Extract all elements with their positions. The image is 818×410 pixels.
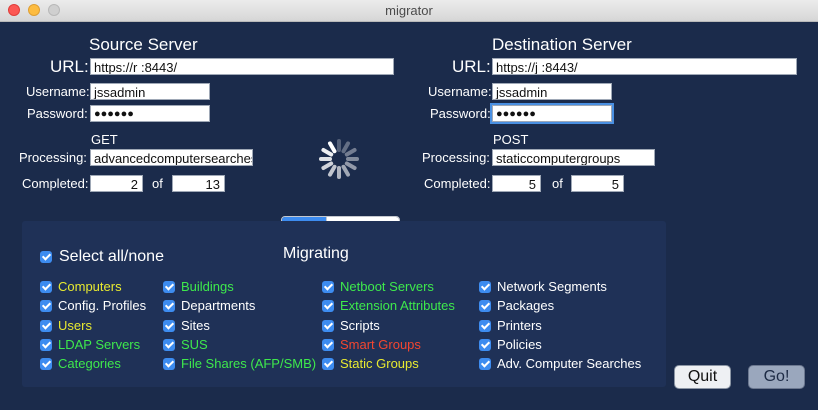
checkbox-network-segments[interactable] [479,281,491,293]
label-static-groups: Static Groups [340,356,419,371]
label-printers: Printers [497,318,542,333]
checkbox-departments[interactable] [163,300,175,312]
checkbox-categories[interactable] [40,358,52,370]
checkbox-extension-attributes[interactable] [322,300,334,312]
checkbox-sus[interactable] [163,339,175,351]
source-completed-label: Completed: [22,176,89,191]
label-netboot-servers: Netboot Servers [340,279,434,294]
source-heading: Source Server [89,35,198,54]
checkbox-users[interactable] [40,320,52,332]
source-total-field: 13 [172,175,225,192]
label-scripts: Scripts [340,318,380,333]
source-username-label: Username: [26,84,90,99]
destination-url-field[interactable]: https://j :8443/ [492,58,797,75]
quit-button[interactable]: Quit [674,365,731,389]
destination-password-field[interactable]: ●●●●●● [492,105,612,122]
checkbox-buildings[interactable] [163,281,175,293]
label-sus: SUS [181,337,208,352]
checkbox-netboot-servers[interactable] [322,281,334,293]
destination-total-field: 5 [571,175,624,192]
checkbox-scripts[interactable] [322,320,334,332]
label-departments: Departments [181,298,256,313]
progress-spinner-icon [319,139,359,179]
label-buildings: Buildings [181,279,234,294]
destination-processing-field: staticcomputergroups [492,149,655,166]
select-all-label: Select all/none [59,248,164,265]
label-packages: Packages [497,298,555,313]
destination-method-label: POST [493,132,529,147]
destination-processing-label: Processing: [422,150,490,165]
label-policies: Policies [497,337,542,352]
source-url-field[interactable]: https://r :8443/ [90,58,394,75]
label-adv-computer-searches: Adv. Computer Searches [497,356,642,371]
label-ldap-servers: LDAP Servers [58,337,141,352]
source-url-label: URL: [50,57,89,76]
checkbox-packages[interactable] [479,300,491,312]
source-processing-field: advancedcomputersearches [90,149,253,166]
label-users: Users [58,318,92,333]
source-password-label: Password: [27,106,88,121]
checkbox-ldap-servers[interactable] [40,339,52,351]
checkbox-policies[interactable] [479,339,491,351]
destination-completed-field: 5 [492,175,541,192]
label-extension-attributes: Extension Attributes [340,298,455,313]
checkbox-smart-groups[interactable] [322,339,334,351]
checkbox-computers[interactable] [40,281,52,293]
checkbox-adv-computer-searches[interactable] [479,358,491,370]
destination-url-label: URL: [452,57,491,76]
source-processing-label: Processing: [19,150,87,165]
go-button[interactable]: Go! [748,365,805,389]
label-network-segments: Network Segments [497,279,607,294]
label-file-shares-afp-smb: File Shares (AFP/SMB) [181,356,317,371]
select-all-checkbox[interactable] [40,251,52,263]
checkbox-sites[interactable] [163,320,175,332]
label-config-profiles: Config. Profiles [58,298,147,313]
checkbox-static-groups[interactable] [322,358,334,370]
source-completed-field: 2 [90,175,143,192]
destination-username-field[interactable]: jssadmin [492,83,612,100]
source-method-label: GET [91,132,118,147]
destination-heading: Destination Server [492,35,632,54]
destination-of-label: of [552,176,563,191]
main-window: Source Server URL: https://r :8443/ User… [0,22,818,410]
checkbox-file-shares-afp-smb[interactable] [163,358,175,370]
title-bar: migrator [0,0,818,22]
source-username-field[interactable]: jssadmin [90,83,210,100]
source-of-label: of [152,176,163,191]
destination-completed-label: Completed: [424,176,491,191]
window-title: migrator [385,3,433,18]
destination-username-label: Username: [428,84,492,99]
migrating-label: Migrating [283,245,349,262]
destination-password-label: Password: [430,106,491,121]
checkbox-printers[interactable] [479,320,491,332]
label-smart-groups: Smart Groups [340,337,421,352]
source-password-field[interactable]: ●●●●●● [90,105,210,122]
checkbox-config-profiles[interactable] [40,300,52,312]
label-computers: Computers [58,279,122,294]
label-categories: Categories [58,356,121,371]
label-sites: Sites [181,318,210,333]
